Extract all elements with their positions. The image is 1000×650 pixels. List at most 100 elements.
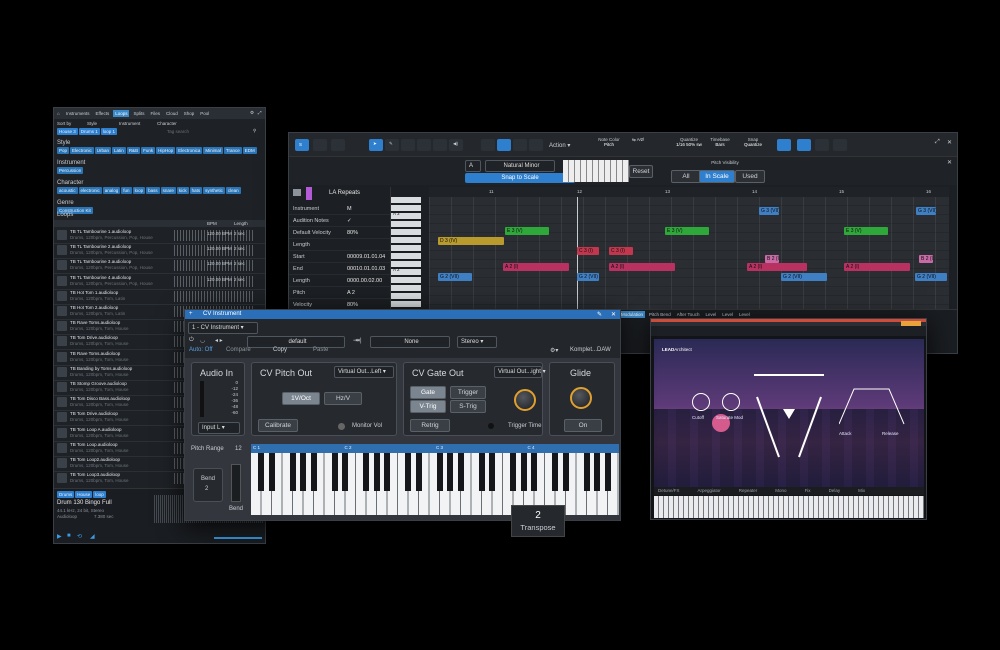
tag-chip[interactable]: Urban <box>94 147 112 154</box>
auto-off-button[interactable]: Auto: Off <box>189 347 213 353</box>
retrig-button[interactable]: Retrig <box>410 419 450 432</box>
midi-note[interactable]: A 2 (I) <box>503 263 569 271</box>
input-select[interactable]: Input L ▾ <box>198 422 240 434</box>
note-color-control[interactable]: Note Color Pitch <box>589 137 629 147</box>
black-key[interactable] <box>478 453 485 491</box>
play-icon[interactable]: ▶ <box>57 533 62 540</box>
filter-chip[interactable]: loop 1 <box>100 128 118 135</box>
sort-instrument[interactable]: Instrument <box>119 121 140 126</box>
tag-chip[interactable]: R&B <box>126 147 141 154</box>
timeline-ruler[interactable]: 11 12 13 14 15 16 <box>429 187 949 197</box>
inspector-value[interactable]: 00009.01.01.04 <box>347 254 385 260</box>
black-key[interactable] <box>342 453 348 491</box>
stop-icon[interactable]: ■ <box>67 533 71 539</box>
tag-chip[interactable]: clean <box>225 187 241 194</box>
paste-button[interactable]: Paste <box>313 347 328 353</box>
saturate-knob[interactable] <box>722 393 740 411</box>
tag-chip[interactable]: Electronica <box>176 147 203 154</box>
sidechain-icon[interactable]: ⇥| <box>355 337 362 344</box>
footer-tag[interactable]: Drums <box>57 491 75 498</box>
black-key[interactable] <box>583 453 590 491</box>
tag-chip[interactable]: hats <box>189 187 203 194</box>
tag-chip[interactable]: fun <box>121 187 132 194</box>
hz-v-button[interactable]: Hz/V <box>324 392 362 405</box>
black-key[interactable] <box>310 453 317 491</box>
follow-icon[interactable] <box>797 139 811 151</box>
inspector-value[interactable]: A 2 <box>347 290 355 296</box>
tag-chip[interactable]: loop <box>132 187 146 194</box>
black-key[interactable] <box>562 453 569 491</box>
bpm-column-header[interactable]: BPM <box>207 221 217 226</box>
inspector-row[interactable]: Start 00009.01.01.04 <box>289 251 391 263</box>
paint-tool-icon[interactable] <box>417 139 431 151</box>
inspector-row[interactable]: Default Velocity 80% <box>289 227 391 239</box>
pencil-tool-icon[interactable]: ✎ <box>385 139 399 151</box>
midi-note[interactable]: E 3 (V) <box>665 227 709 235</box>
tag-chip[interactable]: Trance <box>223 147 242 154</box>
black-key[interactable] <box>520 453 527 491</box>
lead-tab[interactable]: Mono <box>775 488 786 493</box>
inspector-row[interactable]: Pitch A 2 <box>289 287 391 299</box>
inspector-row[interactable]: Length <box>289 239 391 251</box>
browser-tab-loops[interactable]: Loops <box>113 110 130 117</box>
v-trig-button[interactable]: V-Trig <box>410 400 446 413</box>
loop-icon[interactable]: ⟲ <box>77 533 82 540</box>
sidechain-select[interactable]: None <box>370 336 450 348</box>
footer-tag[interactable]: House <box>75 491 93 498</box>
inspector-icon[interactable] <box>313 139 327 151</box>
midi-note[interactable]: B 2 (II) <box>765 255 779 263</box>
grid-icon[interactable] <box>833 139 847 151</box>
footer-tag[interactable]: loop <box>93 491 106 498</box>
black-key[interactable] <box>531 453 537 491</box>
black-key[interactable] <box>415 453 422 491</box>
plus-icon[interactable]: + <box>189 311 193 317</box>
midi-note[interactable]: A 2 (I) <box>844 263 910 271</box>
lead-tab[interactable]: Detune/FX <box>658 488 680 493</box>
s-trig-button[interactable]: S-Trig <box>450 400 486 413</box>
s-toggle-button[interactable]: S <box>295 139 309 151</box>
tag-chip[interactable]: analog <box>102 187 121 194</box>
gear-icon[interactable]: ⚙▾ <box>550 347 558 354</box>
gate-button[interactable]: Gate <box>410 386 446 399</box>
browser-tab-files[interactable]: Files <box>148 110 162 117</box>
browser-tab-pool[interactable]: Pool <box>198 110 211 117</box>
midi-note[interactable]: C 3 (I) <box>609 247 633 255</box>
browser-tab-shop[interactable]: Shop <box>182 110 197 117</box>
cutoff-knob[interactable] <box>692 393 710 411</box>
home-icon[interactable]: ⌂ <box>57 111 60 116</box>
black-key[interactable] <box>447 453 453 491</box>
glide-knob[interactable] <box>570 387 592 409</box>
automation-tab[interactable]: Level <box>737 311 752 318</box>
gate-dest-select[interactable]: Virtual Out...ight ▾ <box>494 366 546 378</box>
lead-tab[interactable]: Mix <box>858 488 865 493</box>
midi-note[interactable]: B 2 (II) <box>919 255 933 263</box>
black-key[interactable] <box>510 453 516 491</box>
black-key[interactable] <box>300 453 306 491</box>
black-key[interactable] <box>436 453 443 491</box>
midi-note[interactable]: G 3 (VII) <box>916 207 936 215</box>
preview-volume-slider[interactable] <box>214 537 262 539</box>
eraser-tool-icon[interactable] <box>401 139 415 151</box>
tag-chip[interactable]: bass <box>146 187 160 194</box>
midi-note[interactable]: E 3 (V) <box>505 227 549 235</box>
scale-type-select[interactable]: Natural Minor <box>485 160 555 172</box>
inspector-value[interactable]: M <box>347 206 352 212</box>
black-key[interactable] <box>289 453 296 491</box>
close-icon[interactable]: ✕ <box>611 311 616 318</box>
power-icon[interactable]: ⏻ <box>189 337 194 344</box>
tag-chip[interactable]: synthetic <box>203 187 225 194</box>
zoom-icon[interactable] <box>815 139 829 151</box>
bend-range-box[interactable]: Bend 2 <box>193 468 223 502</box>
volume-icon[interactable]: ◢ <box>90 533 95 540</box>
automation-tab[interactable]: Level <box>703 311 718 318</box>
output-mode-select[interactable]: Stereo ▾ <box>457 336 497 348</box>
scale-keyboard[interactable] <box>563 160 629 182</box>
black-key[interactable] <box>489 453 495 491</box>
headphone-icon[interactable]: ◡ <box>200 337 205 344</box>
glide-on-button[interactable]: On <box>564 419 602 432</box>
scale-root-select[interactable]: A <box>465 160 481 172</box>
tag-chip[interactable]: Minimal <box>203 147 223 154</box>
mute-tool-icon[interactable] <box>433 139 447 151</box>
inspector-value[interactable]: 00010.01.01.03 <box>347 266 385 272</box>
copy-button[interactable]: Copy <box>273 347 287 353</box>
